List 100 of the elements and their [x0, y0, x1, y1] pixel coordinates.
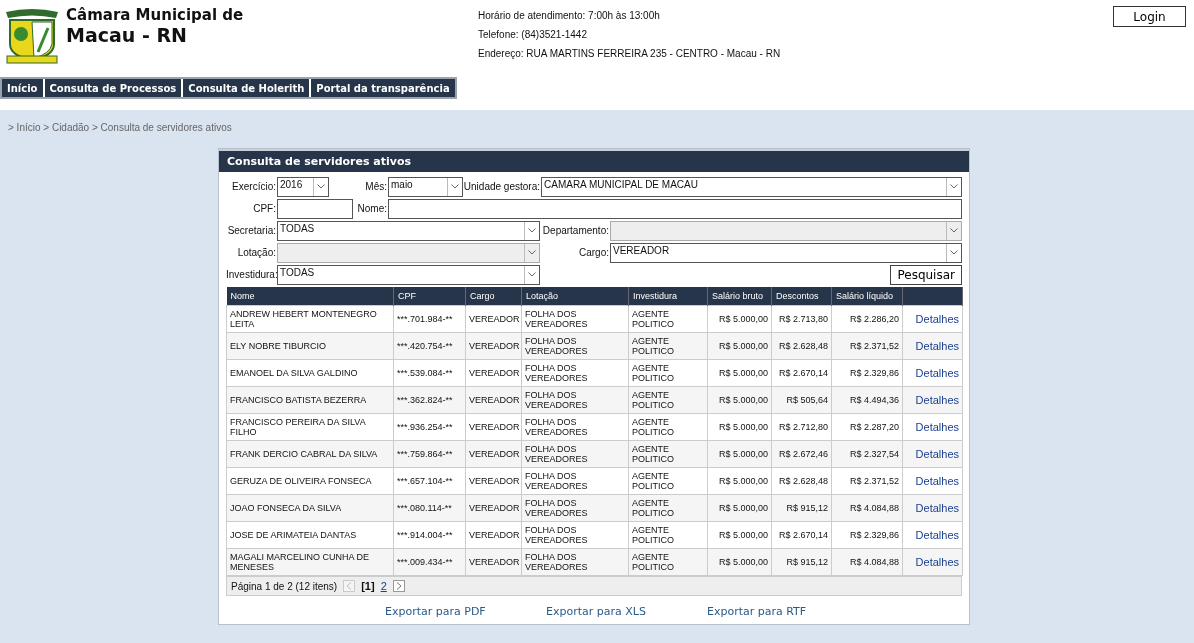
dropdown[interactable]: TODAS [277, 220, 540, 241]
nav-item[interactable]: Início [2, 79, 43, 97]
table-cell: R$ 4.084,88 [831, 548, 903, 576]
search-button[interactable]: Pesquisar [890, 264, 962, 285]
table-cell: ***.657.104-** [393, 467, 466, 495]
dropdown[interactable]: CAMARA MUNICIPAL DE MACAU [541, 176, 962, 197]
table-cell: VEREADOR [465, 521, 522, 549]
table-cell: FOLHA DOS VEREADORES [521, 494, 629, 522]
dropdown[interactable]: TODAS [277, 264, 540, 285]
table-cell: R$ 5.000,00 [707, 386, 772, 414]
coat-of-arms-drawing [4, 6, 60, 64]
table-cell: FOLHA DOS VEREADORES [521, 332, 629, 360]
table-cell: AGENTE POLITICO [628, 467, 708, 495]
table-cell: R$ 5.000,00 [707, 359, 772, 387]
table-cell: VEREADOR [465, 467, 522, 495]
table-cell: ANDREW HEBERT MONTENEGRO LEITA [226, 305, 394, 333]
table-cell: R$ 2.286,20 [831, 305, 903, 333]
table-cell: R$ 2.713,80 [771, 305, 832, 333]
nav-item[interactable]: Portal da transparência [311, 79, 455, 97]
table-cell: AGENTE POLITICO [628, 521, 708, 549]
table-cell: R$ 5.000,00 [707, 548, 772, 576]
panel-title: Consulta de servidores ativos [219, 149, 969, 172]
nav-item[interactable]: Consulta de Holerith [183, 79, 310, 97]
field-label: Lotação: [236, 247, 277, 258]
column-header: Investidura [628, 287, 708, 306]
export-link[interactable]: Exportar para XLS [546, 605, 707, 618]
field-label: Departamento: [541, 225, 610, 236]
table-cell: ***.701.984-** [393, 305, 466, 333]
field-label: Secretaria: [226, 225, 277, 236]
column-header: CPF [393, 287, 466, 306]
table-cell: AGENTE POLITICO [628, 359, 708, 387]
site-title: Macau - RN [66, 24, 188, 46]
table-cell: ***.914.004-** [393, 521, 466, 549]
column-header: Descontos [771, 287, 832, 306]
dropdown[interactable]: maio [388, 176, 463, 197]
export-link[interactable]: Exportar para RTF [707, 605, 868, 618]
table-cell: AGENTE POLITICO [628, 305, 708, 333]
chevron-right-icon [395, 582, 402, 590]
chevron-down-icon [528, 228, 536, 233]
nav-item[interactable]: Consulta de Processos [44, 79, 182, 97]
table-cell: R$ 2.670,14 [771, 521, 832, 549]
table-cell: AGENTE POLITICO [628, 548, 708, 576]
table-cell: FRANK DERCIO CABRAL DA SILVA [226, 440, 394, 468]
field-label: Investidura: [226, 269, 277, 280]
column-header: Salário bruto [707, 287, 772, 306]
dropdown[interactable]: 2016 [277, 176, 329, 197]
table-cell: AGENTE POLITICO [628, 386, 708, 414]
table-cell: R$ 2.670,14 [771, 359, 832, 387]
table-cell: R$ 5.000,00 [707, 467, 772, 495]
site-title: Câmara Municipal de [66, 6, 245, 24]
page-link[interactable]: 2 [380, 580, 387, 592]
table-cell: R$ 2.371,52 [831, 332, 903, 360]
column-header: Nome [226, 287, 394, 306]
chevron-down-icon [451, 184, 459, 189]
field-label: Mês: [364, 181, 388, 192]
table-cell: R$ 5.000,00 [707, 305, 772, 333]
contact-info: Endereço: RUA MARTINS FERREIRA 235 - CENTRO - Macau - RN [478, 48, 781, 59]
chevron-down-icon [950, 184, 958, 189]
table-cell: R$ 2.287,20 [831, 413, 903, 441]
table-cell: FOLHA DOS VEREADORES [521, 467, 629, 495]
table-cell: ***.936.254-** [393, 413, 466, 441]
table-cell: R$ 5.000,00 [707, 494, 772, 522]
table-cell: R$ 4.494,36 [831, 386, 903, 414]
export-link[interactable]: Exportar para PDF [385, 605, 546, 618]
field-label: Exercício: [231, 181, 277, 192]
input-field[interactable] [277, 198, 353, 219]
table-cell: VEREADOR [465, 413, 522, 441]
table-cell: AGENTE POLITICO [628, 494, 708, 522]
table-cell: FOLHA DOS VEREADORES [521, 413, 629, 441]
dropdown[interactable]: VEREADOR [610, 242, 962, 263]
field-label: Nome: [356, 203, 388, 214]
table-cell: ***.759.864-** [393, 440, 466, 468]
table-cell: FOLHA DOS VEREADORES [521, 386, 629, 414]
table-cell: FOLHA DOS VEREADORES [521, 440, 629, 468]
contact-info: Horário de atendimento: 7:00h às 13:00h [478, 10, 661, 21]
column-header [902, 287, 963, 306]
table-cell: FRANCISCO BATISTA BEZERRA [226, 386, 394, 414]
input-field[interactable] [388, 198, 962, 219]
breadcrumb: > Início > Cidadão > Consulta de servidores ativos [7, 121, 233, 133]
table-cell: R$ 5.000,00 [707, 521, 772, 549]
chevron-down-icon [950, 228, 958, 233]
page-link[interactable]: [1] [361, 580, 375, 592]
login-button[interactable]: Login [1113, 6, 1186, 27]
field-label: CPF: [252, 203, 277, 214]
field-label: Unidade gestora: [463, 181, 541, 192]
table-cell: R$ 2.371,52 [831, 467, 903, 495]
column-header: Cargo [465, 287, 522, 306]
column-header: Lotação [521, 287, 629, 306]
table-cell: JOAO FONSECA DA SILVA [226, 494, 394, 522]
table-cell: ***.362.824-** [393, 386, 466, 414]
table-cell: R$ 2.327,54 [831, 440, 903, 468]
table-cell: R$ 2.712,80 [771, 413, 832, 441]
chevron-left-icon [346, 582, 353, 590]
table-cell: R$ 5.000,00 [707, 440, 772, 468]
chevron-down-icon [950, 250, 958, 255]
next-page-button[interactable] [392, 580, 405, 592]
table-cell: ***.539.084-** [393, 359, 466, 387]
table-cell: FOLHA DOS VEREADORES [521, 548, 629, 576]
column-header: Salário líquido [831, 287, 903, 306]
table-cell: R$ 2.329,86 [831, 521, 903, 549]
